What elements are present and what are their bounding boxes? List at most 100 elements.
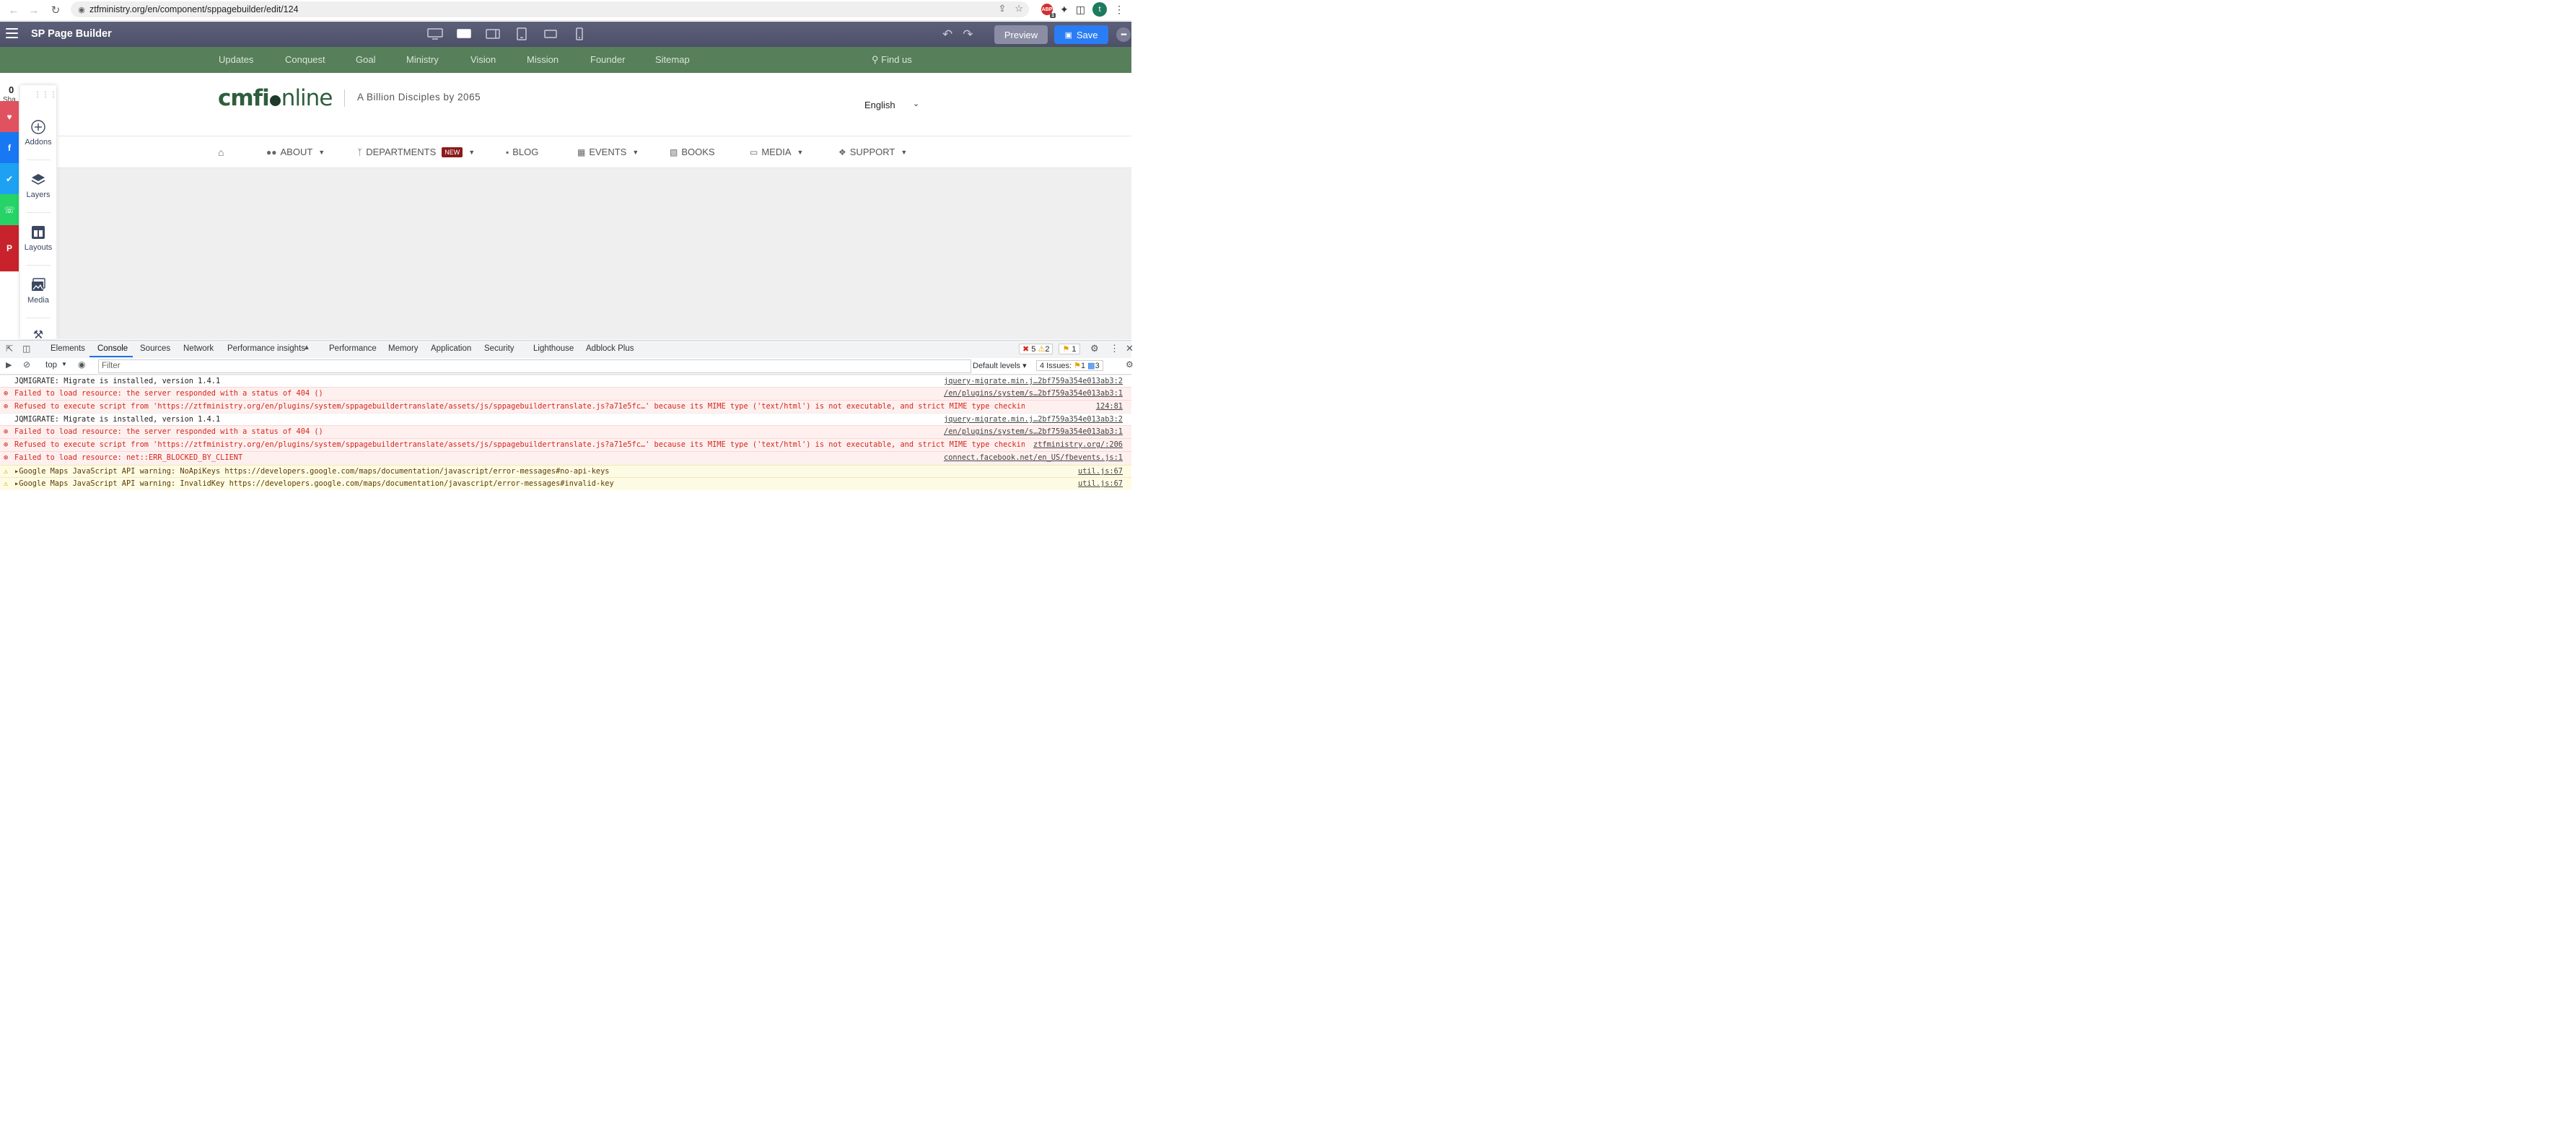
tablet-landscape-view-icon[interactable] — [482, 26, 504, 42]
adblock-extension-icon[interactable]: ABP 1 — [1041, 4, 1056, 18]
desktop-view-icon[interactable] — [424, 26, 446, 42]
pinterest-icon[interactable]: P — [0, 225, 19, 271]
close-icon[interactable]: ✕ — [1126, 343, 1134, 354]
laptop-view-icon[interactable] — [453, 26, 475, 42]
back-icon[interactable]: ← — [6, 2, 22, 18]
tab-network[interactable]: Network — [183, 344, 214, 353]
tab-adblock-plus[interactable]: Adblock Plus — [586, 344, 634, 353]
sidebar-toggle-icon[interactable]: ▶ — [6, 360, 12, 370]
console-log-row[interactable]: ⊗ Refused to execute script from 'https:/… — [0, 400, 1131, 414]
topbar-link-updates[interactable]: Updates — [219, 54, 253, 65]
tab-performance[interactable]: Performance — [329, 344, 377, 353]
undo-icon[interactable]: ↶ — [942, 27, 952, 42]
menu-home[interactable]: ⌂ — [218, 147, 224, 158]
extensions-puzzle-icon[interactable]: ✦ — [1060, 4, 1069, 16]
address-bar[interactable]: ◉ ztfministry.org/en/component/sppagebui… — [71, 1, 1029, 17]
tools-tool[interactable]: ⚒ — [20, 328, 56, 339]
console-log-row[interactable]: ⊗ Failed to load resource: the server res… — [0, 387, 1131, 401]
tab-console[interactable]: Console — [97, 344, 128, 353]
log-source-link[interactable]: util.js:67 — [1074, 466, 1123, 478]
log-source-link[interactable]: jquery-migrate.min.j…2bf759a354e013ab3:2 — [939, 375, 1123, 388]
console-log-row[interactable]: ⚠ ▸Google Maps JavaScript API warning: No… — [0, 465, 1131, 478]
forward-icon[interactable]: → — [26, 2, 42, 18]
console-log-row[interactable]: ⊗ Refused to execute script from 'https:/… — [0, 438, 1131, 452]
mobile-view-icon[interactable] — [569, 26, 590, 42]
twitter-icon[interactable]: ✔ — [0, 163, 19, 194]
tablet-view-icon[interactable] — [511, 26, 533, 42]
reload-icon[interactable]: ↻ — [48, 2, 63, 18]
tab-security[interactable]: Security — [484, 344, 514, 353]
console-log-row[interactable]: ⊗ Failed to load resource: the server res… — [0, 425, 1131, 439]
clear-console-icon[interactable]: ⊘ — [23, 359, 30, 370]
save-button[interactable]: ▣ Save — [1054, 25, 1108, 44]
more-options-icon[interactable]: ••• — [1116, 27, 1131, 42]
tab-sources[interactable]: Sources — [140, 344, 170, 353]
preview-button[interactable]: Preview — [994, 25, 1048, 44]
whatsapp-icon[interactable]: ☏ — [0, 194, 19, 225]
issues-button[interactable]: 4 Issues: ⚑1 ▩3 — [1036, 360, 1103, 371]
tab-application[interactable]: Application — [431, 344, 471, 353]
device-toolbar-icon[interactable]: ◫ — [22, 344, 30, 354]
eye-icon[interactable]: ◉ — [78, 359, 85, 370]
facebook-icon[interactable]: f — [0, 132, 19, 163]
log-source-link[interactable]: /en/plugins/system/s…2bf759a354e013ab3:1 — [939, 388, 1123, 400]
topbar-link-vision[interactable]: Vision — [470, 54, 496, 65]
menu-item-departments[interactable]: ᛉ DEPARTMENTS NEW ▼ — [357, 147, 475, 157]
console-log-row[interactable]: ⊗ Failed to load resource: net::ERR_BLOCK… — [0, 451, 1131, 466]
topbar-link-founder[interactable]: Founder — [590, 54, 625, 65]
menu-item-blog[interactable]: ▪ BLOG — [506, 147, 538, 157]
bookmark-star-icon[interactable]: ☆ — [1015, 3, 1023, 14]
context-select[interactable]: top — [45, 361, 57, 370]
console-log-row[interactable]: ⚠ ▸Google Maps JavaScript API warning: In… — [0, 477, 1131, 490]
find-us-link[interactable]: ⚲ Find us — [872, 54, 912, 66]
site-info-icon[interactable]: ◉ — [74, 5, 89, 14]
tab-memory[interactable]: Memory — [388, 344, 419, 353]
info-count[interactable]: ⚑ 1 — [1059, 344, 1080, 354]
tab-performance-insights[interactable]: Performance insights — [227, 344, 305, 353]
layers-tool[interactable]: Layers — [20, 172, 56, 199]
site-logo[interactable]: cmfi nline — [218, 85, 333, 111]
topbar-link-mission[interactable]: Mission — [527, 54, 558, 65]
side-panel-icon[interactable]: ◫ — [1076, 4, 1085, 16]
console-log-row[interactable]: JQMIGRATE: Migrate is installed, version… — [0, 375, 1131, 388]
hamburger-menu-icon[interactable] — [6, 28, 18, 38]
topbar-link-goal[interactable]: Goal — [356, 54, 375, 65]
filter-input[interactable]: Filter — [98, 359, 971, 373]
page-content-canvas[interactable] — [58, 168, 1131, 339]
topbar-link-ministry[interactable]: Ministry — [406, 54, 439, 65]
log-levels-select[interactable]: Default levels ▾ — [973, 361, 1027, 370]
chevron-down-icon[interactable]: ⌄ — [913, 99, 919, 108]
log-source-link[interactable]: ztfministry.org/:206 — [1029, 439, 1123, 451]
tab-elements[interactable]: Elements — [51, 344, 85, 353]
console-counters[interactable]: ✖ 5 ⚠2 ⚑ 1 — [1019, 344, 1080, 354]
chevron-down-icon[interactable]: ▼ — [61, 361, 67, 367]
topbar-link-conquest[interactable]: Conquest — [285, 54, 325, 65]
log-source-link[interactable]: connect.facebook.net/en_US/fbevents.js:1 — [939, 452, 1123, 464]
redo-icon[interactable]: ↷ — [963, 27, 973, 42]
heart-icon[interactable]: ♥ — [0, 101, 19, 132]
addons-tool[interactable]: Addons — [20, 119, 56, 147]
topbar-link-sitemap[interactable]: Sitemap — [655, 54, 690, 65]
browser-menu-icon[interactable]: ⋮ — [1114, 4, 1124, 16]
settings-gear-icon[interactable]: ⚙ — [1090, 343, 1099, 354]
error-count[interactable]: ✖ 5 ⚠2 — [1019, 344, 1053, 354]
menu-item-about[interactable]: ●● ABOUT ▼ — [266, 147, 325, 157]
menu-item-media[interactable]: ▭ MEDIA ▼ — [750, 147, 803, 157]
log-source-link[interactable]: 124:81 — [1091, 401, 1123, 413]
mobile-landscape-view-icon[interactable] — [540, 26, 561, 42]
menu-item-books[interactable]: ▧ BOOKS — [670, 147, 715, 157]
log-source-link[interactable]: util.js:67 — [1074, 478, 1123, 490]
log-source-link[interactable]: /en/plugins/system/s…2bf759a354e013ab3:1 — [939, 426, 1123, 438]
profile-avatar[interactable]: t — [1092, 2, 1107, 17]
menu-item-support[interactable]: ❖ SUPPORT ▼ — [838, 147, 907, 157]
tab-lighthouse[interactable]: Lighthouse — [533, 344, 574, 353]
menu-item-events[interactable]: ▦ EVENTS ▼ — [577, 147, 639, 157]
language-select[interactable]: English — [864, 100, 895, 110]
share-icon[interactable]: ⇪ — [998, 3, 1006, 14]
console-settings-icon[interactable]: ⚙ — [1126, 359, 1134, 370]
url-text[interactable]: ztfministry.org/en/component/sppagebuild… — [89, 4, 299, 14]
console-log-row[interactable]: JQMIGRATE: Migrate is installed, version… — [0, 413, 1131, 426]
log-source-link[interactable]: jquery-migrate.min.j…2bf759a354e013ab3:2 — [939, 414, 1123, 426]
layouts-tool[interactable]: Layouts — [20, 224, 56, 252]
kebab-menu-icon[interactable]: ⋮ — [1110, 343, 1119, 354]
